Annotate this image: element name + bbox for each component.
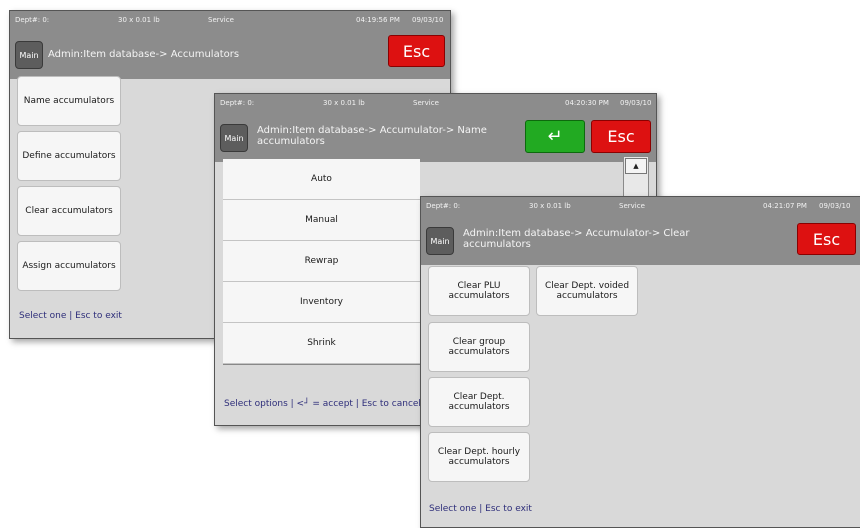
status-mode: Service [413,99,439,107]
option-shrink[interactable]: Shrink [223,323,420,364]
option-auto[interactable]: Auto [223,159,420,200]
status-time: 04:20:30 PM [565,99,609,107]
page-title: Admin:Item database-> Accumulator-> Name… [257,125,487,147]
esc-button[interactable]: Esc [797,223,856,255]
status-weight: 30 x 0.01 lb [323,99,365,107]
clear-dept-voided-accumulators-button[interactable]: Clear Dept. voided accumulators [536,266,638,316]
main-button[interactable]: Main [220,124,248,152]
status-bar: Dept#: 0: 30 x 0.01 lb Service 04:20:30 … [215,94,656,112]
status-dept: Dept#: 0: [426,202,461,210]
status-weight: 30 x 0.01 lb [118,16,160,24]
clear-dept-hourly-accumulators-button[interactable]: Clear Dept. hourly accumulators [428,432,530,482]
status-time: 04:21:07 PM [763,202,807,210]
clear-dept-accumulators-button[interactable]: Clear Dept. accumulators [428,377,530,427]
footer-hint: Select options | <┘ = accept | Esc to ca… [224,399,421,409]
page-title: Admin:Item database-> Accumulators [48,49,240,60]
assign-accumulators-button[interactable]: Assign accumulators [17,241,121,291]
title-bar: Main Admin:Item database-> Accumulator->… [421,215,860,265]
status-bar: Dept#: 0: 30 x 0.01 lb Service 04:21:07 … [421,197,860,215]
clear-accumulators-button[interactable]: Clear accumulators [17,186,121,236]
up-arrow-icon: ▲ [633,162,639,170]
status-mode: Service [619,202,645,210]
status-weight: 30 x 0.01 lb [529,202,571,210]
enter-arrow-icon: ↵ [547,126,563,147]
define-accumulators-button[interactable]: Define accumulators [17,131,121,181]
status-bar: Dept#: 0: 30 x 0.01 lb Service 04:19:56 … [10,11,450,29]
main-button[interactable]: Main [426,227,454,255]
main-button[interactable]: Main [15,41,43,69]
option-inventory[interactable]: Inventory [223,282,420,323]
esc-button[interactable]: Esc [591,120,651,153]
esc-button[interactable]: Esc [388,35,445,67]
name-accumulators-button[interactable]: Name accumulators [17,76,121,126]
title-bar: Main Admin:Item database-> Accumulators … [10,29,450,79]
clear-plu-accumulators-button[interactable]: Clear PLU accumulators [428,266,530,316]
title-bar: Main Admin:Item database-> Accumulator->… [215,112,656,162]
clear-group-accumulators-button[interactable]: Clear group accumulators [428,322,530,372]
status-time: 04:19:56 PM [356,16,400,24]
status-date: 09/03/10 [412,16,444,24]
scroll-up-button[interactable]: ▲ [625,158,647,174]
option-manual[interactable]: Manual [223,200,420,241]
accept-button[interactable]: ↵ [525,120,585,153]
status-dept: Dept#: 0: [220,99,255,107]
footer-hint: Select one | Esc to exit [429,504,532,514]
clear-accumulators-window: Dept#: 0: 30 x 0.01 lb Service 04:21:07 … [420,196,860,528]
status-date: 09/03/10 [819,202,851,210]
status-date: 09/03/10 [620,99,652,107]
option-rewrap[interactable]: Rewrap [223,241,420,282]
status-mode: Service [208,16,234,24]
status-dept: Dept#: 0: [15,16,50,24]
footer-hint: Select one | Esc to exit [19,311,122,321]
page-title: Admin:Item database-> Accumulator-> Clea… [463,228,690,250]
